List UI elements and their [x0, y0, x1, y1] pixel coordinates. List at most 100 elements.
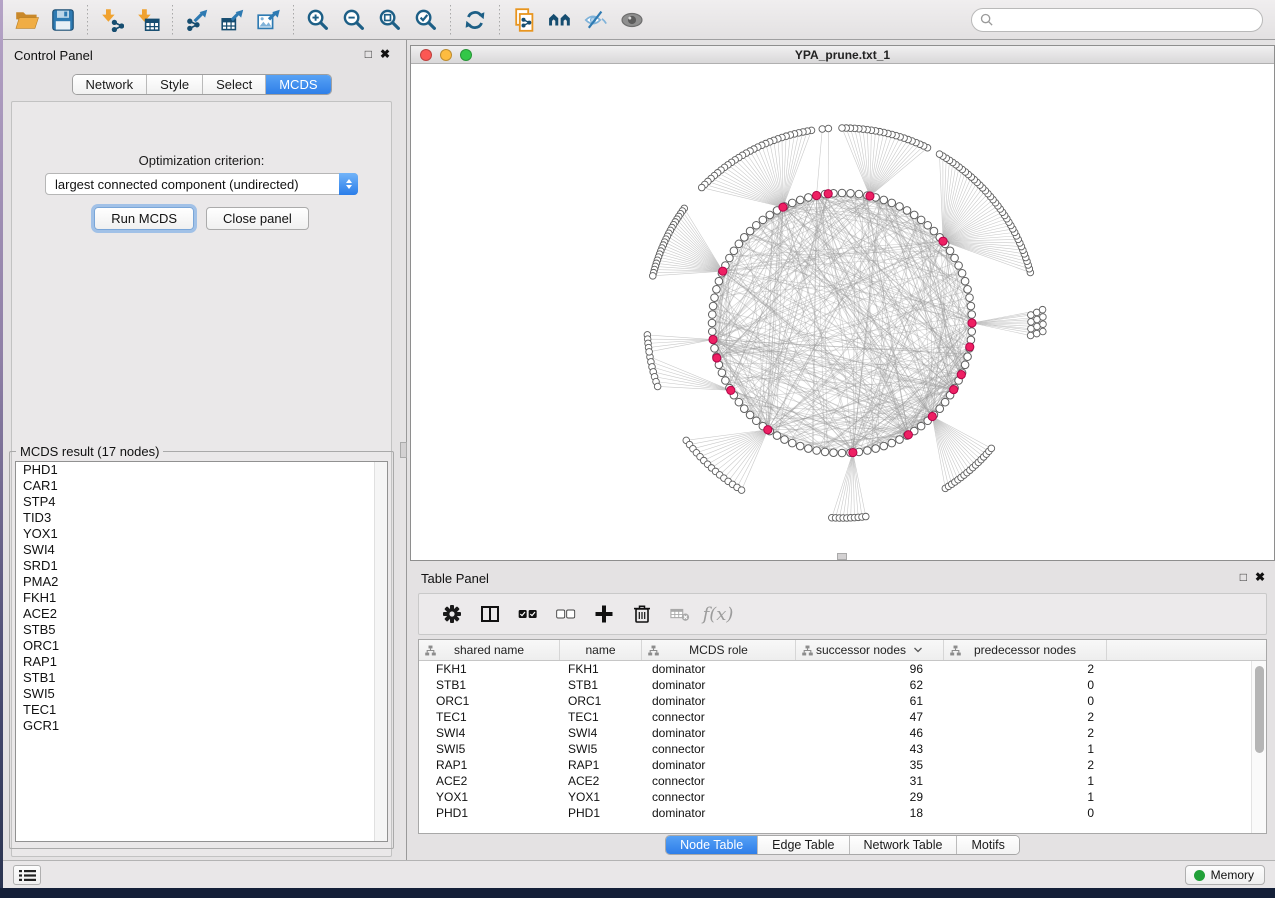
table-row[interactable]: PHD1PHD1dominator180 [419, 805, 1266, 821]
table-cell[interactable]: 62 [796, 678, 944, 692]
table-cell[interactable]: 1 [944, 742, 1107, 756]
table-cell[interactable]: 47 [796, 710, 944, 724]
tab-network[interactable]: Network [72, 75, 147, 94]
network-node[interactable] [896, 203, 904, 211]
table-cell[interactable]: RAP1 [560, 758, 642, 772]
table-cell[interactable]: dominator [642, 662, 796, 676]
tab-node-table[interactable]: Node Table [666, 836, 758, 854]
search-input[interactable] [999, 13, 1254, 28]
tab-mcds[interactable]: MCDS [266, 75, 330, 94]
table-cell[interactable]: ACE2 [419, 774, 560, 788]
import-table-icon[interactable] [130, 4, 166, 36]
mcds-result-item[interactable]: STB1 [16, 670, 387, 686]
network-node[interactable] [961, 361, 969, 369]
network-node[interactable] [964, 286, 972, 294]
table-cell[interactable]: RAP1 [419, 758, 560, 772]
network-node[interactable] [708, 319, 716, 327]
network-node[interactable] [966, 294, 974, 302]
network-node[interactable] [917, 216, 925, 224]
hide-selected-icon[interactable] [578, 4, 614, 36]
network-leaf-node[interactable] [1040, 314, 1047, 321]
network-hub-node[interactable] [709, 335, 717, 343]
table-cell[interactable]: 2 [944, 726, 1107, 740]
table-row[interactable]: YOX1YOX1connector291 [419, 789, 1266, 805]
export-image-icon[interactable] [251, 4, 287, 36]
network-node[interactable] [946, 247, 954, 255]
close-panel-button[interactable]: Close panel [206, 207, 309, 230]
network-hub-node[interactable] [866, 192, 874, 200]
table-cell[interactable]: 61 [796, 694, 944, 708]
network-node[interactable] [967, 302, 975, 310]
table-cell[interactable]: connector [642, 774, 796, 788]
network-node[interactable] [713, 286, 721, 294]
table-scrollbar-thumb[interactable] [1255, 666, 1264, 753]
network-node[interactable] [708, 328, 716, 336]
network-node[interactable] [740, 405, 748, 413]
network-node[interactable] [746, 227, 754, 235]
import-network-icon[interactable] [94, 4, 130, 36]
select-all-columns-icon[interactable] [509, 599, 547, 629]
network-node[interactable] [888, 439, 896, 447]
column-header[interactable]: MCDS role [642, 640, 796, 660]
table-cell[interactable]: SWI5 [560, 742, 642, 756]
mcds-result-item[interactable]: GCR1 [16, 718, 387, 734]
close-panel-icon[interactable]: ✖ [380, 47, 390, 61]
table-cell[interactable]: FKH1 [419, 662, 560, 676]
mcds-result-item[interactable]: ORC1 [16, 638, 387, 654]
table-cell[interactable]: connector [642, 710, 796, 724]
network-node[interactable] [730, 247, 738, 255]
run-mcds-button[interactable]: Run MCDS [94, 207, 194, 230]
network-leaf-node[interactable] [936, 151, 943, 158]
network-hub-node[interactable] [849, 448, 857, 456]
table-cell[interactable]: SWI4 [560, 726, 642, 740]
network-leaf-node[interactable] [649, 273, 656, 280]
network-node[interactable] [855, 190, 863, 198]
network-node[interactable] [740, 233, 748, 241]
network-leaf-node[interactable] [819, 126, 826, 133]
network-node[interactable] [796, 442, 804, 450]
table-cell[interactable]: 2 [944, 758, 1107, 772]
table-scrollbar[interactable] [1251, 661, 1266, 833]
network-node[interactable] [955, 262, 963, 270]
network-node[interactable] [759, 216, 767, 224]
table-cell[interactable]: ORC1 [560, 694, 642, 708]
table-cell[interactable]: 96 [796, 662, 944, 676]
close-table-panel-icon[interactable]: ✖ [1255, 570, 1265, 584]
network-node[interactable] [781, 436, 789, 444]
network-node[interactable] [722, 377, 730, 385]
network-hub-node[interactable] [727, 386, 735, 394]
table-cell[interactable]: connector [642, 790, 796, 804]
network-node[interactable] [830, 449, 838, 457]
network-hub-node[interactable] [957, 371, 965, 379]
export-network-icon[interactable] [179, 4, 215, 36]
network-node[interactable] [924, 221, 932, 229]
table-cell[interactable]: ACE2 [560, 774, 642, 788]
network-hub-node[interactable] [719, 267, 727, 275]
mcds-result-item[interactable]: RAP1 [16, 654, 387, 670]
table-cell[interactable]: connector [642, 742, 796, 756]
float-panel-icon[interactable]: □ [365, 47, 372, 61]
network-node[interactable] [880, 196, 888, 204]
mcds-result-item[interactable]: SRD1 [16, 558, 387, 574]
function-builder-icon[interactable]: f(x) [699, 599, 737, 629]
network-leaf-node[interactable] [646, 349, 653, 356]
table-cell[interactable]: dominator [642, 758, 796, 772]
network-node[interactable] [951, 254, 959, 262]
network-leaf-node[interactable] [698, 184, 705, 191]
table-cell[interactable]: 35 [796, 758, 944, 772]
table-cell[interactable]: dominator [642, 678, 796, 692]
network-node[interactable] [788, 199, 796, 207]
vertical-splitter[interactable] [400, 40, 407, 860]
network-node[interactable] [711, 294, 719, 302]
mcds-result-item[interactable]: TID3 [16, 510, 387, 526]
mcds-result-listbox[interactable]: PHD1CAR1STP4TID3YOX1SWI4SRD1PMA2FKH1ACE2… [15, 461, 388, 842]
table-cell[interactable]: PHD1 [560, 806, 642, 820]
network-hub-node[interactable] [824, 190, 832, 198]
settings-gear-icon[interactable] [433, 599, 471, 629]
show-panels-list-icon[interactable] [13, 865, 41, 885]
network-view-titlebar[interactable]: YPA_prune.txt_1 [411, 46, 1274, 64]
first-neighbors-icon[interactable] [542, 4, 578, 36]
network-node[interactable] [805, 194, 813, 202]
network-node[interactable] [805, 445, 813, 453]
mcds-result-item[interactable]: FKH1 [16, 590, 387, 606]
